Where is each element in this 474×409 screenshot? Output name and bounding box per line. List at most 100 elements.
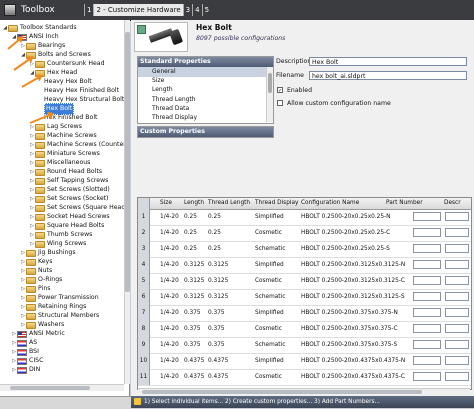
page-tab-3[interactable]: 3 bbox=[182, 4, 192, 16]
folder-icon bbox=[35, 204, 45, 212]
tree-vertical-scrollbar[interactable] bbox=[124, 20, 130, 384]
grid-cell: 0.4375 bbox=[184, 358, 205, 364]
part-number-input[interactable] bbox=[413, 212, 441, 221]
folder-icon bbox=[35, 132, 45, 140]
page-tab-1[interactable]: 1 bbox=[84, 4, 93, 16]
table-row[interactable]: 2 1/4-20 0.25 0.25 Cosmetic HBOLT 0.2500-20x0… bbox=[138, 225, 471, 242]
properties-scroll-thumb[interactable] bbox=[268, 73, 272, 93]
grid-cell: 1/4-20 bbox=[160, 278, 179, 284]
column-header[interactable]: Part Number bbox=[386, 198, 423, 209]
folder-icon bbox=[26, 312, 36, 320]
table-row[interactable]: 5 1/4-20 0.3125 0.3125 Cosmetic HBOLT 0.2500-… bbox=[138, 273, 471, 290]
tree-footer bbox=[0, 396, 131, 409]
row-number: 3 bbox=[138, 241, 150, 257]
tree-hscroll-thumb[interactable] bbox=[10, 386, 90, 390]
page-tab-2[interactable]: 2 - Customize Hardware bbox=[93, 4, 183, 16]
bolt-head-icon bbox=[168, 28, 184, 46]
description-input[interactable] bbox=[445, 244, 469, 253]
folder-icon bbox=[35, 60, 45, 68]
column-header[interactable]: Thread Display bbox=[255, 198, 298, 209]
part-number-input[interactable] bbox=[413, 356, 441, 365]
table-row[interactable]: 3 1/4-20 0.25 0.25 Schematic HBOLT 0.2500-20x… bbox=[138, 241, 471, 258]
grid-cell: HBOLT 0.2500-20x0.375x0.375-S bbox=[301, 342, 398, 348]
custom-properties-panel[interactable]: Custom Properties bbox=[137, 126, 274, 138]
grid-cell: 1/4-20 bbox=[160, 214, 179, 220]
tree-horizontal-scrollbar[interactable] bbox=[0, 384, 124, 391]
description-input[interactable] bbox=[445, 276, 469, 285]
folder-icon bbox=[35, 150, 45, 158]
grid-horizontal-scrollbar[interactable] bbox=[138, 388, 470, 395]
table-row[interactable]: 1 1/4-20 0.25 0.25 Simplified HBOLT 0.2500-20… bbox=[138, 209, 471, 226]
table-row[interactable]: 4 1/4-20 0.3125 0.3125 Simplified HBOLT 0.250… bbox=[138, 257, 471, 274]
flag-icon bbox=[17, 339, 27, 347]
description-input[interactable] bbox=[445, 340, 469, 349]
page-tab-4[interactable]: 4 bbox=[192, 4, 201, 16]
column-header[interactable]: Configuration Name bbox=[301, 198, 359, 209]
part-number-input[interactable] bbox=[413, 324, 441, 333]
folder-icon bbox=[35, 240, 45, 248]
grid-hscroll-thumb[interactable] bbox=[142, 390, 422, 394]
grid-cell: Cosmetic bbox=[255, 326, 282, 332]
row-number: 2 bbox=[138, 225, 150, 241]
description-input[interactable] bbox=[445, 372, 469, 381]
part-number-input[interactable] bbox=[413, 372, 441, 381]
description-input[interactable] bbox=[445, 228, 469, 237]
properties-scrollbar[interactable] bbox=[266, 67, 273, 122]
grid-cell: 0.3125 bbox=[184, 294, 205, 300]
tree-vscroll-thumb[interactable] bbox=[125, 32, 130, 292]
description-input[interactable] bbox=[445, 212, 469, 221]
folder-icon bbox=[26, 321, 36, 329]
grid-cell: 0.3125 bbox=[184, 278, 205, 284]
description-input[interactable] bbox=[445, 324, 469, 333]
description-label: Description bbox=[276, 58, 312, 65]
column-header[interactable]: Thread Length bbox=[208, 198, 250, 209]
table-row[interactable]: 7 1/4-20 0.375 0.375 Simplified HBOLT 0.2500-… bbox=[138, 305, 471, 322]
column-header[interactable]: Descr bbox=[444, 198, 461, 209]
enabled-checkbox[interactable]: ✓ bbox=[277, 87, 283, 94]
part-number-input[interactable] bbox=[413, 308, 441, 317]
part-number-input[interactable] bbox=[413, 260, 441, 269]
page-tabs: 12 - Customize Hardware 3 4 5 bbox=[84, 3, 211, 17]
grid-cell: 0.4375 bbox=[208, 358, 229, 364]
grid-cell: 1/4-20 bbox=[160, 358, 179, 364]
description-input[interactable] bbox=[445, 308, 469, 317]
part-number-input[interactable] bbox=[413, 276, 441, 285]
tree-item[interactable]: ▷ DIN bbox=[11, 365, 40, 375]
description-field[interactable]: Hex Bolt bbox=[309, 57, 467, 66]
grid-cell: 0.25 bbox=[184, 246, 197, 252]
grid-cell: Cosmetic bbox=[255, 230, 282, 236]
table-row[interactable]: 8 1/4-20 0.375 0.375 Cosmetic HBOLT 0.2500-20… bbox=[138, 321, 471, 338]
row-number: 1 bbox=[138, 209, 150, 225]
table-row[interactable]: 6 1/4-20 0.3125 0.3125 Schematic HBOLT 0.2500… bbox=[138, 289, 471, 306]
grid-cell: 0.25 bbox=[208, 230, 221, 236]
table-row[interactable]: 10 1/4-20 0.4375 0.4375 Simplified HBOLT 0.25… bbox=[138, 353, 471, 370]
status-bar: 1) Select individual items... 2) Create … bbox=[131, 396, 474, 408]
grid-cell: 1/4-20 bbox=[160, 230, 179, 236]
column-header[interactable]: Size bbox=[160, 198, 172, 209]
part-number-input[interactable] bbox=[413, 340, 441, 349]
part-number-input[interactable] bbox=[413, 292, 441, 301]
grid-cell: Cosmetic bbox=[255, 278, 282, 284]
filename-field[interactable]: hex bolt_ai.sldprt bbox=[309, 71, 467, 80]
grid-cell: 0.375 bbox=[208, 342, 225, 348]
table-row[interactable]: 9 1/4-20 0.375 0.375 Schematic HBOLT 0.2500-2… bbox=[138, 337, 471, 354]
folder-icon bbox=[8, 24, 18, 32]
description-input[interactable] bbox=[445, 260, 469, 269]
property-item[interactable]: Thread Display bbox=[152, 113, 272, 123]
page-tab-5[interactable]: 5 bbox=[201, 4, 211, 16]
row-number: 9 bbox=[138, 337, 150, 353]
grid-cell: Simplified bbox=[255, 358, 284, 364]
grid-cell: Simplified bbox=[255, 262, 284, 268]
allow-custom-name-checkbox[interactable] bbox=[277, 100, 283, 106]
window-title: Toolbox bbox=[21, 5, 55, 15]
row-number: 7 bbox=[138, 305, 150, 321]
grid-cell: Cosmetic bbox=[255, 374, 282, 380]
column-header[interactable]: Length bbox=[184, 198, 204, 209]
part-number-input[interactable] bbox=[413, 228, 441, 237]
folder-icon bbox=[35, 168, 45, 176]
description-input[interactable] bbox=[445, 356, 469, 365]
part-number-input[interactable] bbox=[413, 244, 441, 253]
table-row[interactable]: 11 1/4-20 0.4375 0.4375 Cosmetic HBOLT 0.2500… bbox=[138, 369, 471, 386]
grid-cell: 0.375 bbox=[184, 310, 201, 316]
description-input[interactable] bbox=[445, 292, 469, 301]
